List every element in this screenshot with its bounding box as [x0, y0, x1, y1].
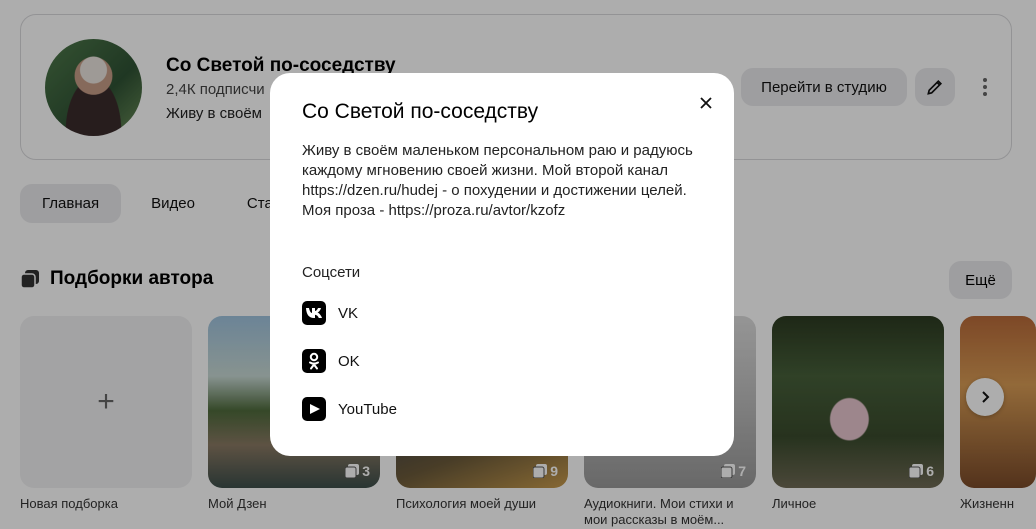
modal-title: Со Светой по-соседству [302, 100, 539, 123]
social-label: OK [338, 352, 360, 370]
social-label: YouTube [338, 400, 397, 418]
channel-full-description: Живу в своём маленьком персональном раю … [302, 142, 693, 219]
ok-icon [302, 349, 326, 373]
social-link-youtube[interactable]: YouTube [302, 397, 397, 421]
youtube-icon [302, 397, 326, 421]
socials-heading: Соцсети [302, 264, 361, 281]
social-label: VK [338, 304, 359, 322]
channel-info-modal: Со Светой по-соседству Живу в своём мале… [270, 73, 734, 456]
close-button[interactable] [694, 91, 718, 115]
vk-icon [302, 301, 326, 325]
social-link-vk[interactable]: VK [302, 301, 358, 325]
close-icon [700, 97, 712, 109]
social-link-ok[interactable]: OK [302, 349, 360, 373]
